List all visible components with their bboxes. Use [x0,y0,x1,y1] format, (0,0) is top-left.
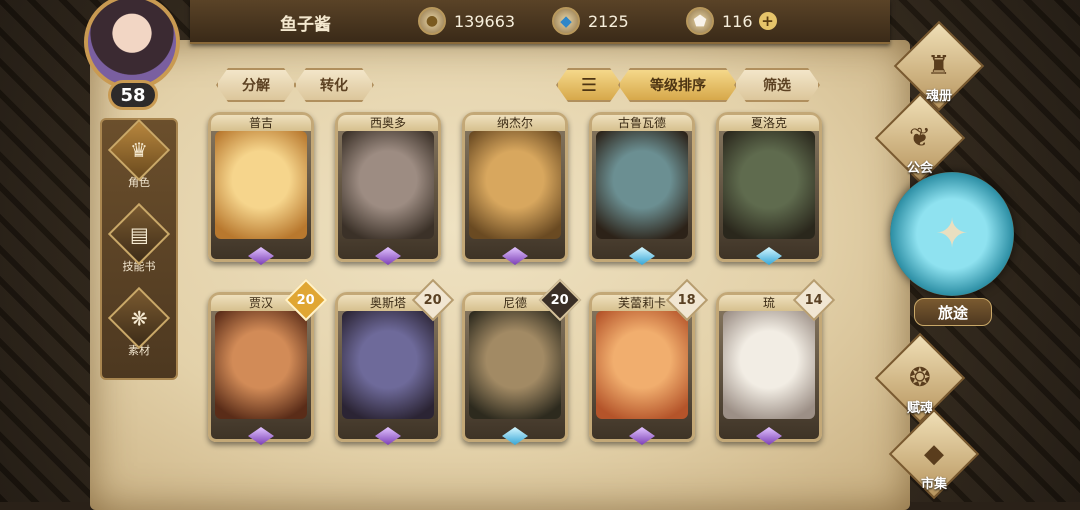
hero-name: 普吉 [211,115,311,131]
shard-resource[interactable]: ⬟ 116 + [686,6,777,36]
hero-portrait [342,131,434,239]
sort-order-button[interactable]: ☰ [556,68,622,102]
level-sort-button[interactable]: 等级排序 [618,68,738,102]
hero-name: 西奥多 [338,115,438,131]
nav-market[interactable]: ◆ 市集 [888,408,980,500]
hero-portrait [215,311,307,419]
gem-resource: ◆ 2125 [552,6,629,36]
hero-level: 20 [550,292,570,308]
decompose-button[interactable]: 分解 [216,68,296,102]
player-avatar-frame[interactable]: 58 [74,0,194,118]
hero-portrait [596,131,688,239]
journey-emblem-icon: ✦ [890,172,1014,296]
hero-portrait [342,311,434,419]
hero-level: 20 [296,292,316,308]
hero-level: 20 [423,292,443,308]
hero-name: 纳杰尔 [465,115,565,131]
skill-book-icon: ▤ [107,202,171,266]
sidebar-item-material[interactable]: ❋ 素材 [106,286,172,370]
nav-label: 市集 [920,477,947,492]
hero-card[interactable]: 古鲁瓦德 [589,112,695,265]
hero-level: 14 [804,292,824,308]
character-icon: ♛ [107,118,171,182]
convert-button[interactable]: 转化 [294,68,374,102]
hero-card[interactable]: 普吉 [208,112,314,265]
hero-card[interactable]: 西奥多 [335,112,441,265]
nav-journey[interactable]: ✦ 旅途 [884,162,1020,332]
hero-portrait [596,311,688,419]
hero-portrait [723,311,815,419]
avatar[interactable] [84,0,180,90]
player-level: 58 [108,80,158,110]
hero-card[interactable]: 琉 14 [716,278,836,445]
gold-value: 139663 [454,11,516,31]
sidebar-item-character[interactable]: ♛ 角色 [106,118,172,202]
shard-value: 116 [722,11,753,31]
gold-coin-icon: ● [418,7,446,35]
hero-name: 古鲁瓦德 [592,115,692,131]
hero-portrait [215,131,307,239]
hero-card[interactable]: 尼德 20 [462,278,582,445]
hero-portrait [723,131,815,239]
hero-card[interactable]: 纳杰尔 [462,112,568,265]
category-sidebar: ♛ 角色 ▤ 技能书 ❋ 素材 [100,118,178,380]
white-crystal-icon: ⬟ [686,7,714,35]
blue-crystal-icon: ◆ [552,7,580,35]
hero-card[interactable]: 芙蕾莉卡 18 [589,278,709,445]
sidebar-item-skill-book[interactable]: ▤ 技能书 [106,202,172,286]
material-icon: ❋ [107,286,171,350]
hero-card[interactable]: 夏洛克 [716,112,822,265]
gem-value: 2125 [588,11,629,31]
hero-card[interactable]: 贾汉 20 [208,278,328,445]
hero-portrait [469,311,561,419]
player-name: 鱼子酱 [280,15,331,35]
gold-resource: ● 139663 [418,6,515,36]
hero-card[interactable]: 奥斯塔 20 [335,278,455,445]
add-shard-button[interactable]: + [758,12,777,30]
hero-portrait [469,131,561,239]
hero-name: 夏洛克 [719,115,819,131]
sort-lines-icon: ☰ [580,74,598,96]
hero-level: 18 [677,292,697,308]
journey-label: 旅途 [914,298,992,326]
filter-button[interactable]: 筛选 [734,68,820,102]
